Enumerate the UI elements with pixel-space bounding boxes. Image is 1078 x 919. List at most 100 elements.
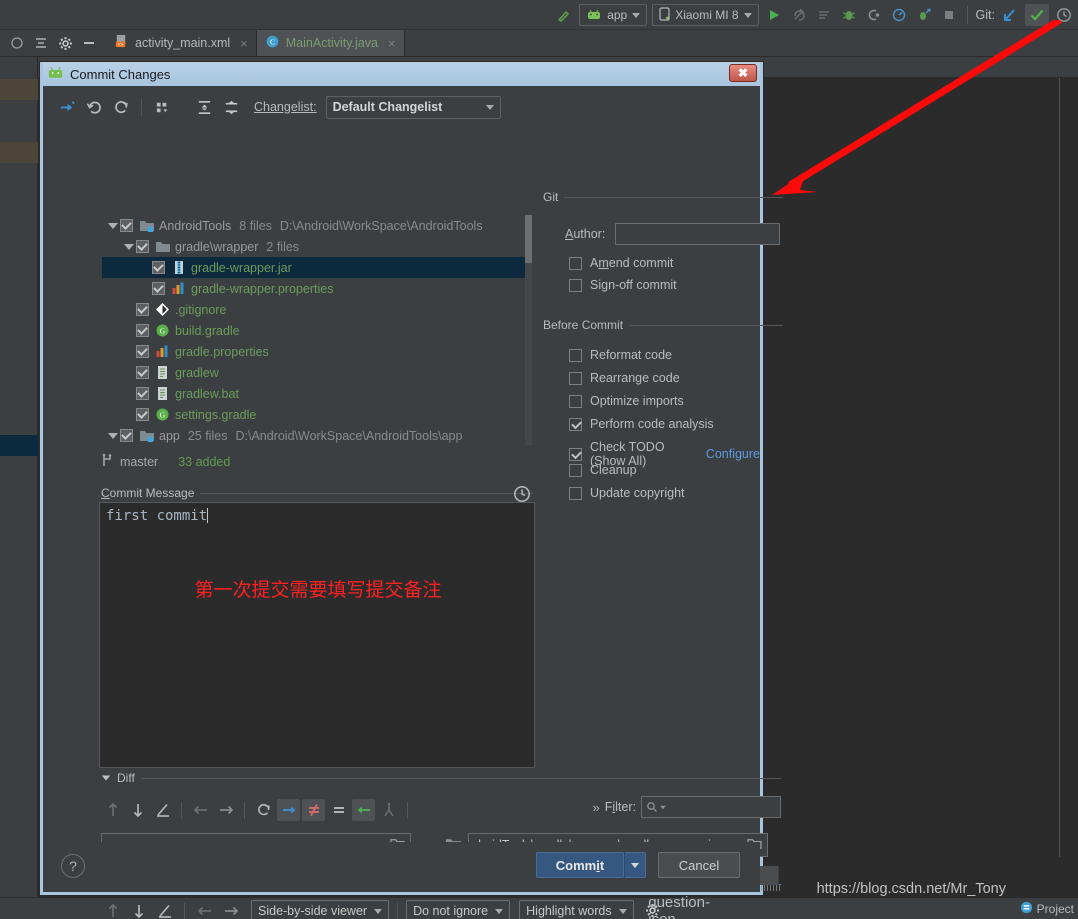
commit-changes-icon[interactable] [1025, 4, 1049, 26]
arrow-left-icon[interactable] [189, 799, 212, 821]
close-icon[interactable]: ✖ [729, 64, 757, 82]
next-difference-icon[interactable] [127, 900, 150, 919]
before-commit-option-row[interactable]: Optimize imports [569, 394, 684, 408]
tree-scrollbar-thumb[interactable] [525, 215, 532, 263]
configure-link[interactable]: Configure [706, 447, 760, 461]
tree-row[interactable]: app 25 files D:\Android\WorkSpace\AndroidT… [102, 425, 532, 445]
settings-gear-icon[interactable] [54, 32, 76, 54]
chevron-down-icon[interactable] [101, 775, 111, 781]
before-commit-checkbox[interactable] [569, 371, 582, 385]
commit-options-button[interactable] [624, 852, 646, 878]
tree-row-checkbox[interactable] [136, 387, 149, 400]
tree-row-checkbox[interactable] [136, 345, 149, 358]
history-icon[interactable] [1054, 4, 1074, 26]
author-input[interactable] [615, 223, 781, 245]
filter-input[interactable] [641, 796, 781, 818]
tree-row-checkbox[interactable] [136, 324, 149, 337]
before-commit-checkbox[interactable] [569, 394, 582, 408]
device-selector[interactable]: Xiaomi MI 8 [652, 4, 759, 26]
highlight-mode-selector[interactable]: Highlight words [519, 900, 634, 919]
refresh-icon[interactable] [109, 96, 133, 118]
before-commit-checkbox[interactable] [569, 348, 582, 362]
update-project-icon[interactable] [1000, 4, 1020, 26]
tree-row-checkbox[interactable] [136, 240, 149, 253]
before-commit-option-row[interactable]: Update copyright [569, 486, 685, 500]
tree-row-checkbox[interactable] [136, 303, 149, 316]
profiler-icon[interactable] [889, 4, 909, 26]
debug-icon[interactable] [839, 4, 859, 26]
tree-row[interactable]: Gsettings.gradle [102, 404, 532, 425]
signoff-commit-checkbox[interactable] [569, 278, 582, 292]
accept-left-icon[interactable] [352, 799, 375, 821]
accept-right-icon[interactable] [277, 799, 300, 821]
diff-legend[interactable]: Diff [101, 771, 781, 785]
tab-activity-main-xml[interactable]: <> activity_main.xml × [106, 30, 257, 56]
show-diff-icon[interactable] [55, 96, 79, 118]
equal-icon[interactable] [327, 799, 350, 821]
before-commit-option-row[interactable]: Reformat code [569, 348, 672, 362]
tree-row[interactable]: gradle\wrapper 2 files [102, 236, 532, 257]
viewer-mode-selector[interactable]: Side-by-side viewer [251, 900, 390, 919]
tree-row[interactable]: AndroidTools 8 files D:\Android\WorkSpace\… [102, 215, 532, 236]
tree-scrollbar[interactable] [525, 215, 532, 445]
signoff-commit-row[interactable]: Sign-off commit [569, 278, 677, 292]
tree-row[interactable]: gradlew.bat [102, 383, 532, 404]
chevron-down-icon[interactable] [660, 805, 666, 809]
prev-difference-icon[interactable] [101, 900, 124, 919]
close-icon[interactable]: × [240, 36, 248, 51]
close-icon[interactable]: × [388, 36, 396, 51]
before-commit-checkbox[interactable] [569, 463, 582, 477]
collapse-all-icon[interactable] [219, 96, 243, 118]
tree-row-checkbox[interactable] [152, 282, 165, 295]
next-difference-icon[interactable] [126, 799, 149, 821]
expand-all-icon[interactable] [30, 32, 52, 54]
tree-row[interactable]: .gitignore [102, 299, 532, 320]
changed-files-tree[interactable]: AndroidTools 8 files D:\Android\WorkSpace\… [101, 214, 533, 446]
group-by-icon[interactable] [150, 96, 174, 118]
expand-all-icon[interactable] [192, 96, 216, 118]
changelist-selector[interactable]: Default Changelist [325, 95, 501, 119]
chevron-down-icon[interactable] [106, 222, 120, 229]
chevron-down-icon[interactable] [122, 243, 136, 250]
collapse-icon[interactable] [6, 32, 28, 54]
tree-row-checkbox[interactable] [136, 408, 149, 421]
question-icon[interactable]: question-icon [648, 894, 710, 919]
arrow-right-icon[interactable] [219, 900, 242, 919]
chevron-down-icon[interactable] [106, 432, 120, 439]
instant-run-icon[interactable] [914, 4, 934, 26]
before-commit-checkbox[interactable] [569, 417, 582, 431]
dialog-title-bar[interactable]: Commit Changes ✖ [43, 62, 760, 86]
before-commit-option-row[interactable]: Cleanup [569, 463, 637, 477]
revert-icon[interactable] [82, 96, 106, 118]
arrow-right-icon[interactable] [214, 799, 237, 821]
tree-row[interactable]: gradle-wrapper.jar [102, 257, 532, 278]
tree-row-checkbox[interactable] [120, 429, 133, 442]
tree-row[interactable]: gradlew [102, 362, 532, 383]
run-icon[interactable] [764, 4, 784, 26]
commit-button[interactable]: Commit [536, 852, 624, 878]
filter-chevrons[interactable]: » [593, 800, 600, 815]
commit-message-input[interactable]: first commit 第一次提交需要填写提交备注 [99, 502, 535, 768]
amend-commit-row[interactable]: Amend commit [569, 256, 673, 270]
tree-row-checkbox[interactable] [120, 219, 133, 232]
help-button[interactable]: ? [61, 854, 85, 878]
tree-row[interactable]: Gbuild.gradle [102, 320, 532, 341]
tab-mainactivity-java[interactable]: C MainActivity.java × [256, 30, 405, 56]
annotate-icon[interactable] [153, 900, 176, 919]
tree-row[interactable]: gradle-wrapper.properties [102, 278, 532, 299]
before-commit-option-row[interactable]: Rearrange code [569, 371, 680, 385]
hammer-icon[interactable] [554, 4, 574, 26]
before-commit-checkbox[interactable] [569, 486, 582, 500]
tree-row[interactable]: gradle.properties [102, 341, 532, 362]
cancel-button[interactable]: Cancel [658, 852, 740, 878]
tree-row-checkbox[interactable] [152, 261, 165, 274]
tree-row-checkbox[interactable] [136, 366, 149, 379]
before-commit-option-row[interactable]: Perform code analysis [569, 417, 714, 431]
before-commit-checkbox[interactable] [569, 447, 582, 461]
refresh-icon[interactable] [252, 799, 275, 821]
annotate-icon[interactable] [151, 799, 174, 821]
clock-history-icon[interactable] [513, 485, 531, 503]
arrow-left-icon[interactable] [193, 900, 216, 919]
hide-icon[interactable] [78, 32, 100, 54]
prev-difference-icon[interactable] [101, 799, 124, 821]
